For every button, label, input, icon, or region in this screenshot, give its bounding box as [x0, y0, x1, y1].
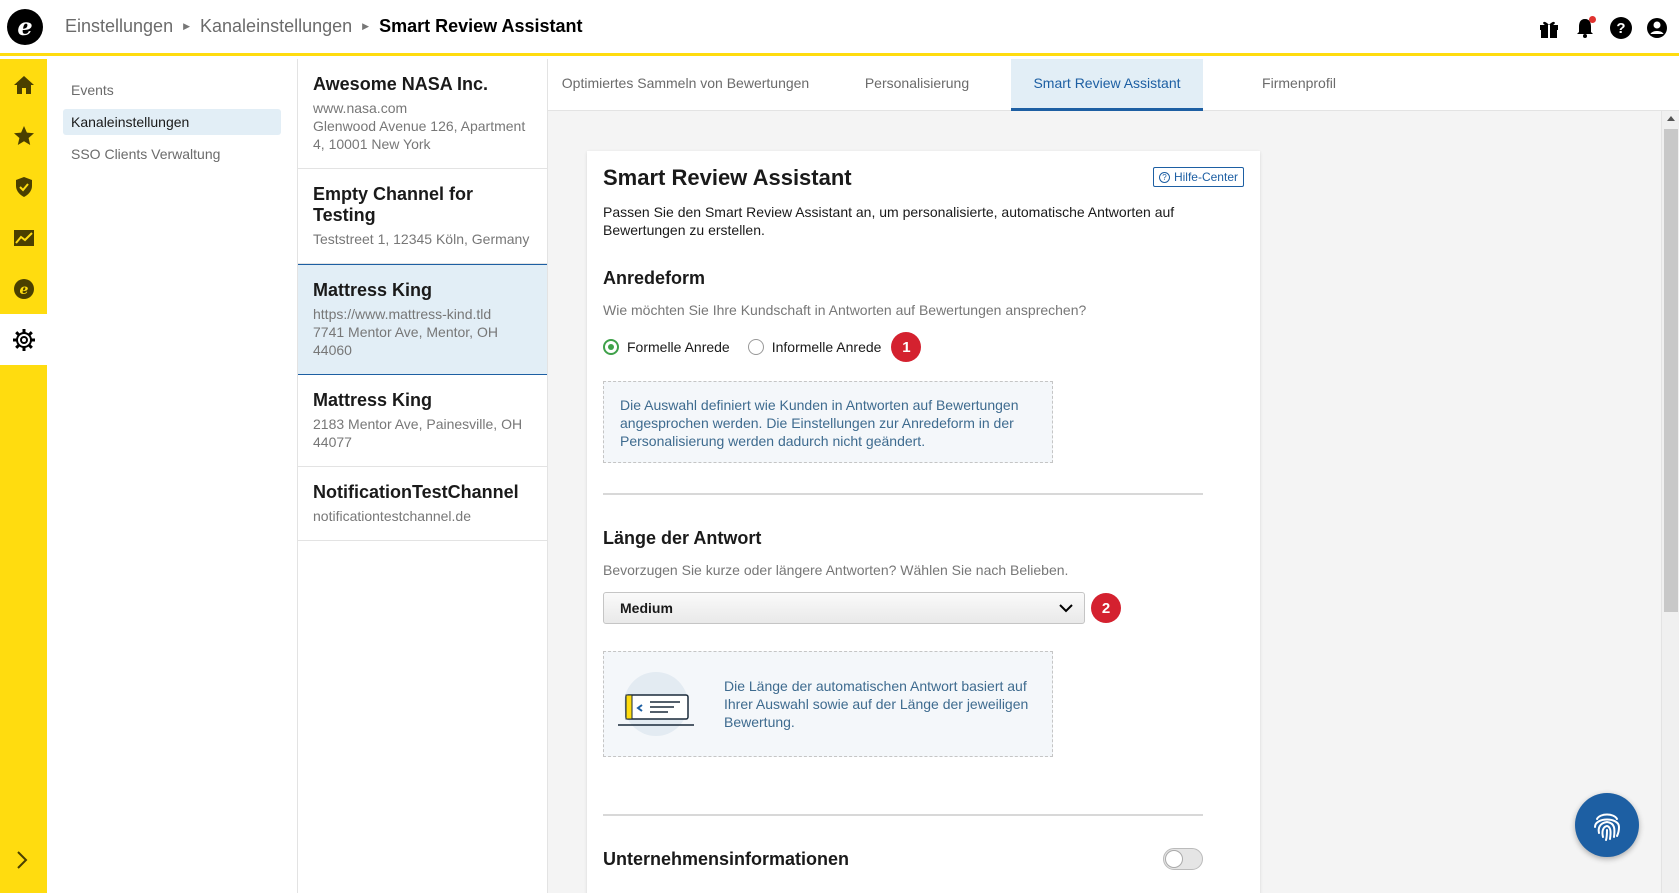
breadcrumb: Einstellungen ▶ Kanaleinstellungen ▶ Sma… [65, 16, 582, 37]
laenge-title: Länge der Antwort [603, 528, 762, 548]
laenge-select[interactable]: Medium [603, 592, 1085, 624]
channel-item[interactable]: NotificationTestChannel notificationtest… [298, 467, 547, 541]
channel-item[interactable]: Mattress King 2183 Mentor Ave, Painesvil… [298, 375, 547, 467]
channel-list: Awesome NASA Inc. www.nasa.com Glenwood … [298, 59, 548, 893]
nav-trustedshops[interactable]: e [0, 263, 47, 314]
scroll-up-icon[interactable] [1667, 116, 1675, 121]
help-center-label: Hilfe-Center [1173, 170, 1238, 184]
breadcrumb-current: Smart Review Assistant [379, 16, 583, 36]
subnav-item-sso[interactable]: SSO Clients Verwaltung [63, 141, 281, 167]
step-badge-2: 2 [1091, 593, 1121, 623]
channel-item-selected[interactable]: Mattress King https://www.mattress-kind.… [298, 264, 547, 375]
toggle-knob [1165, 850, 1183, 868]
laenge-info-text: Die Länge der automatischen Antwort basi… [724, 678, 1029, 730]
chart-icon [13, 229, 34, 246]
help-center-button[interactable]: ? Hilfe-Center [1152, 167, 1244, 187]
breadcrumb-separator-icon: ▶ [183, 21, 191, 31]
nav-settings[interactable] [0, 314, 47, 365]
section-divider [603, 814, 1203, 816]
radio-informal[interactable]: Informelle Anrede [747, 339, 882, 355]
subnav-item-events[interactable]: Events [63, 77, 281, 103]
notification-dot [1589, 16, 1596, 23]
anrede-title: Anredeform [603, 268, 706, 288]
scrollbar-thumb[interactable] [1664, 129, 1678, 612]
anrede-radio-group: Formelle Anrede Informelle Anrede 1 [603, 332, 1243, 362]
tab-personalisierung[interactable]: Personalisierung [823, 59, 1011, 111]
step-badge-1: 1 [891, 332, 922, 362]
radio-informal-label: Informelle Anrede [771, 339, 882, 355]
laenge-select-value: Medium [620, 600, 673, 616]
bell-icon[interactable] [1573, 16, 1597, 40]
breadcrumb-separator-icon: ▶ [362, 21, 370, 31]
home-icon [13, 75, 34, 94]
main-nav-rail: e [0, 59, 47, 893]
laenge-subtitle: Bevorzugen Sie kurze oder längere Antwor… [603, 562, 1069, 578]
fingerprint-icon [1594, 813, 1621, 841]
unternehmen-toggle[interactable] [1163, 848, 1203, 870]
radio-informal-dot[interactable] [747, 339, 764, 355]
channel-address: Glenwood Avenue 126, Apartment 4, 10001 … [313, 118, 526, 152]
radio-formal-label: Formelle Anrede [627, 339, 730, 355]
chevron-right-icon [17, 851, 28, 869]
anrede-info-text: Die Auswahl definiert wie Kunden in Antw… [620, 397, 1019, 449]
fingerprint-fab-button[interactable] [1575, 793, 1639, 857]
channel-name: Empty Channel for Testing [313, 184, 474, 225]
help-icon[interactable]: ? [1609, 16, 1633, 40]
user-icon[interactable] [1645, 16, 1669, 40]
unternehmen-section: Unternehmensinformationen [603, 848, 1203, 870]
top-bar: e Einstellungen ▶ Kanaleinstellungen ▶ S… [0, 0, 1679, 56]
scrollbar[interactable] [1661, 111, 1679, 893]
gear-icon [12, 328, 35, 351]
anrede-section: Anredeform Wie möchten Sie Ihre Kundscha… [603, 268, 1243, 463]
settings-subnav: Events Kanaleinstellungen SSO Clients Ve… [47, 59, 298, 893]
anrede-subtitle: Wie möchten Sie Ihre Kundschaft in Antwo… [603, 302, 1087, 318]
channel-name: Awesome NASA Inc. [313, 74, 489, 94]
channel-url: www.nasa.com [313, 100, 408, 116]
smart-review-card: Smart Review Assistant ? Hilfe-Center Pa… [587, 151, 1260, 893]
tab-firmenprofil[interactable]: Firmenprofil [1203, 59, 1395, 111]
anrede-info-box: Die Auswahl definiert wie Kunden in Antw… [603, 381, 1053, 463]
nav-home[interactable] [0, 59, 47, 110]
channel-address: Teststreet 1, 12345 Köln, Germany [313, 231, 530, 247]
nav-guarantee[interactable] [0, 161, 47, 212]
section-divider [603, 493, 1203, 495]
star-icon [13, 125, 34, 145]
laenge-info-box: Die Länge der automatischen Antwort basi… [603, 651, 1053, 757]
subnav-item-kanaleinstellungen[interactable]: Kanaleinstellungen [63, 109, 281, 135]
settings-tabs: Optimiertes Sammeln von Bewertungen Pers… [548, 59, 1679, 111]
trusted-shops-logo[interactable]: e [7, 8, 43, 45]
nav-analytics[interactable] [0, 212, 47, 263]
review-reply-illustration-icon [618, 672, 694, 736]
breadcrumb-item-kanaleinstellungen[interactable]: Kanaleinstellungen [200, 16, 352, 37]
channel-item[interactable]: Awesome NASA Inc. www.nasa.com Glenwood … [298, 59, 547, 169]
channel-name: NotificationTestChannel [313, 482, 519, 502]
tab-sammeln[interactable]: Optimiertes Sammeln von Bewertungen [548, 59, 823, 111]
radio-formal-dot[interactable] [603, 339, 619, 355]
svg-text:e: e [19, 282, 28, 298]
question-icon: ? [1158, 171, 1170, 183]
card-title: Smart Review Assistant [603, 165, 852, 190]
card-description: Passen Sie den Smart Review Assistant an… [603, 204, 1175, 238]
chevron-down-icon [1059, 604, 1073, 613]
channel-name: Mattress King [313, 280, 433, 300]
expand-nav-button[interactable] [14, 850, 30, 875]
trusted-e-icon: e [13, 278, 34, 299]
laenge-section: Länge der Antwort Bevorzugen Sie kurze o… [603, 528, 1243, 757]
gift-icon[interactable] [1537, 16, 1561, 40]
radio-formal[interactable]: Formelle Anrede [603, 339, 730, 355]
channel-item[interactable]: Empty Channel for Testing Teststreet 1, … [298, 169, 547, 264]
channel-url: notificationtestchannel.de [313, 508, 471, 524]
tab-smart-review-assistant[interactable]: Smart Review Assistant [1011, 59, 1203, 111]
channel-address: 7741 Mentor Ave, Mentor, OH 44060 [313, 324, 498, 358]
channel-name: Mattress King [313, 390, 433, 410]
breadcrumb-item-einstellungen[interactable]: Einstellungen [65, 16, 173, 37]
channel-address: 2183 Mentor Ave, Painesville, OH 44077 [313, 416, 523, 450]
unternehmen-title: Unternehmensinformationen [603, 848, 850, 869]
nav-reviews[interactable] [0, 110, 47, 161]
channel-url: https://www.mattress-kind.tld [313, 306, 492, 322]
shield-icon [15, 176, 32, 197]
main-content: Optimiertes Sammeln von Bewertungen Pers… [548, 59, 1679, 893]
